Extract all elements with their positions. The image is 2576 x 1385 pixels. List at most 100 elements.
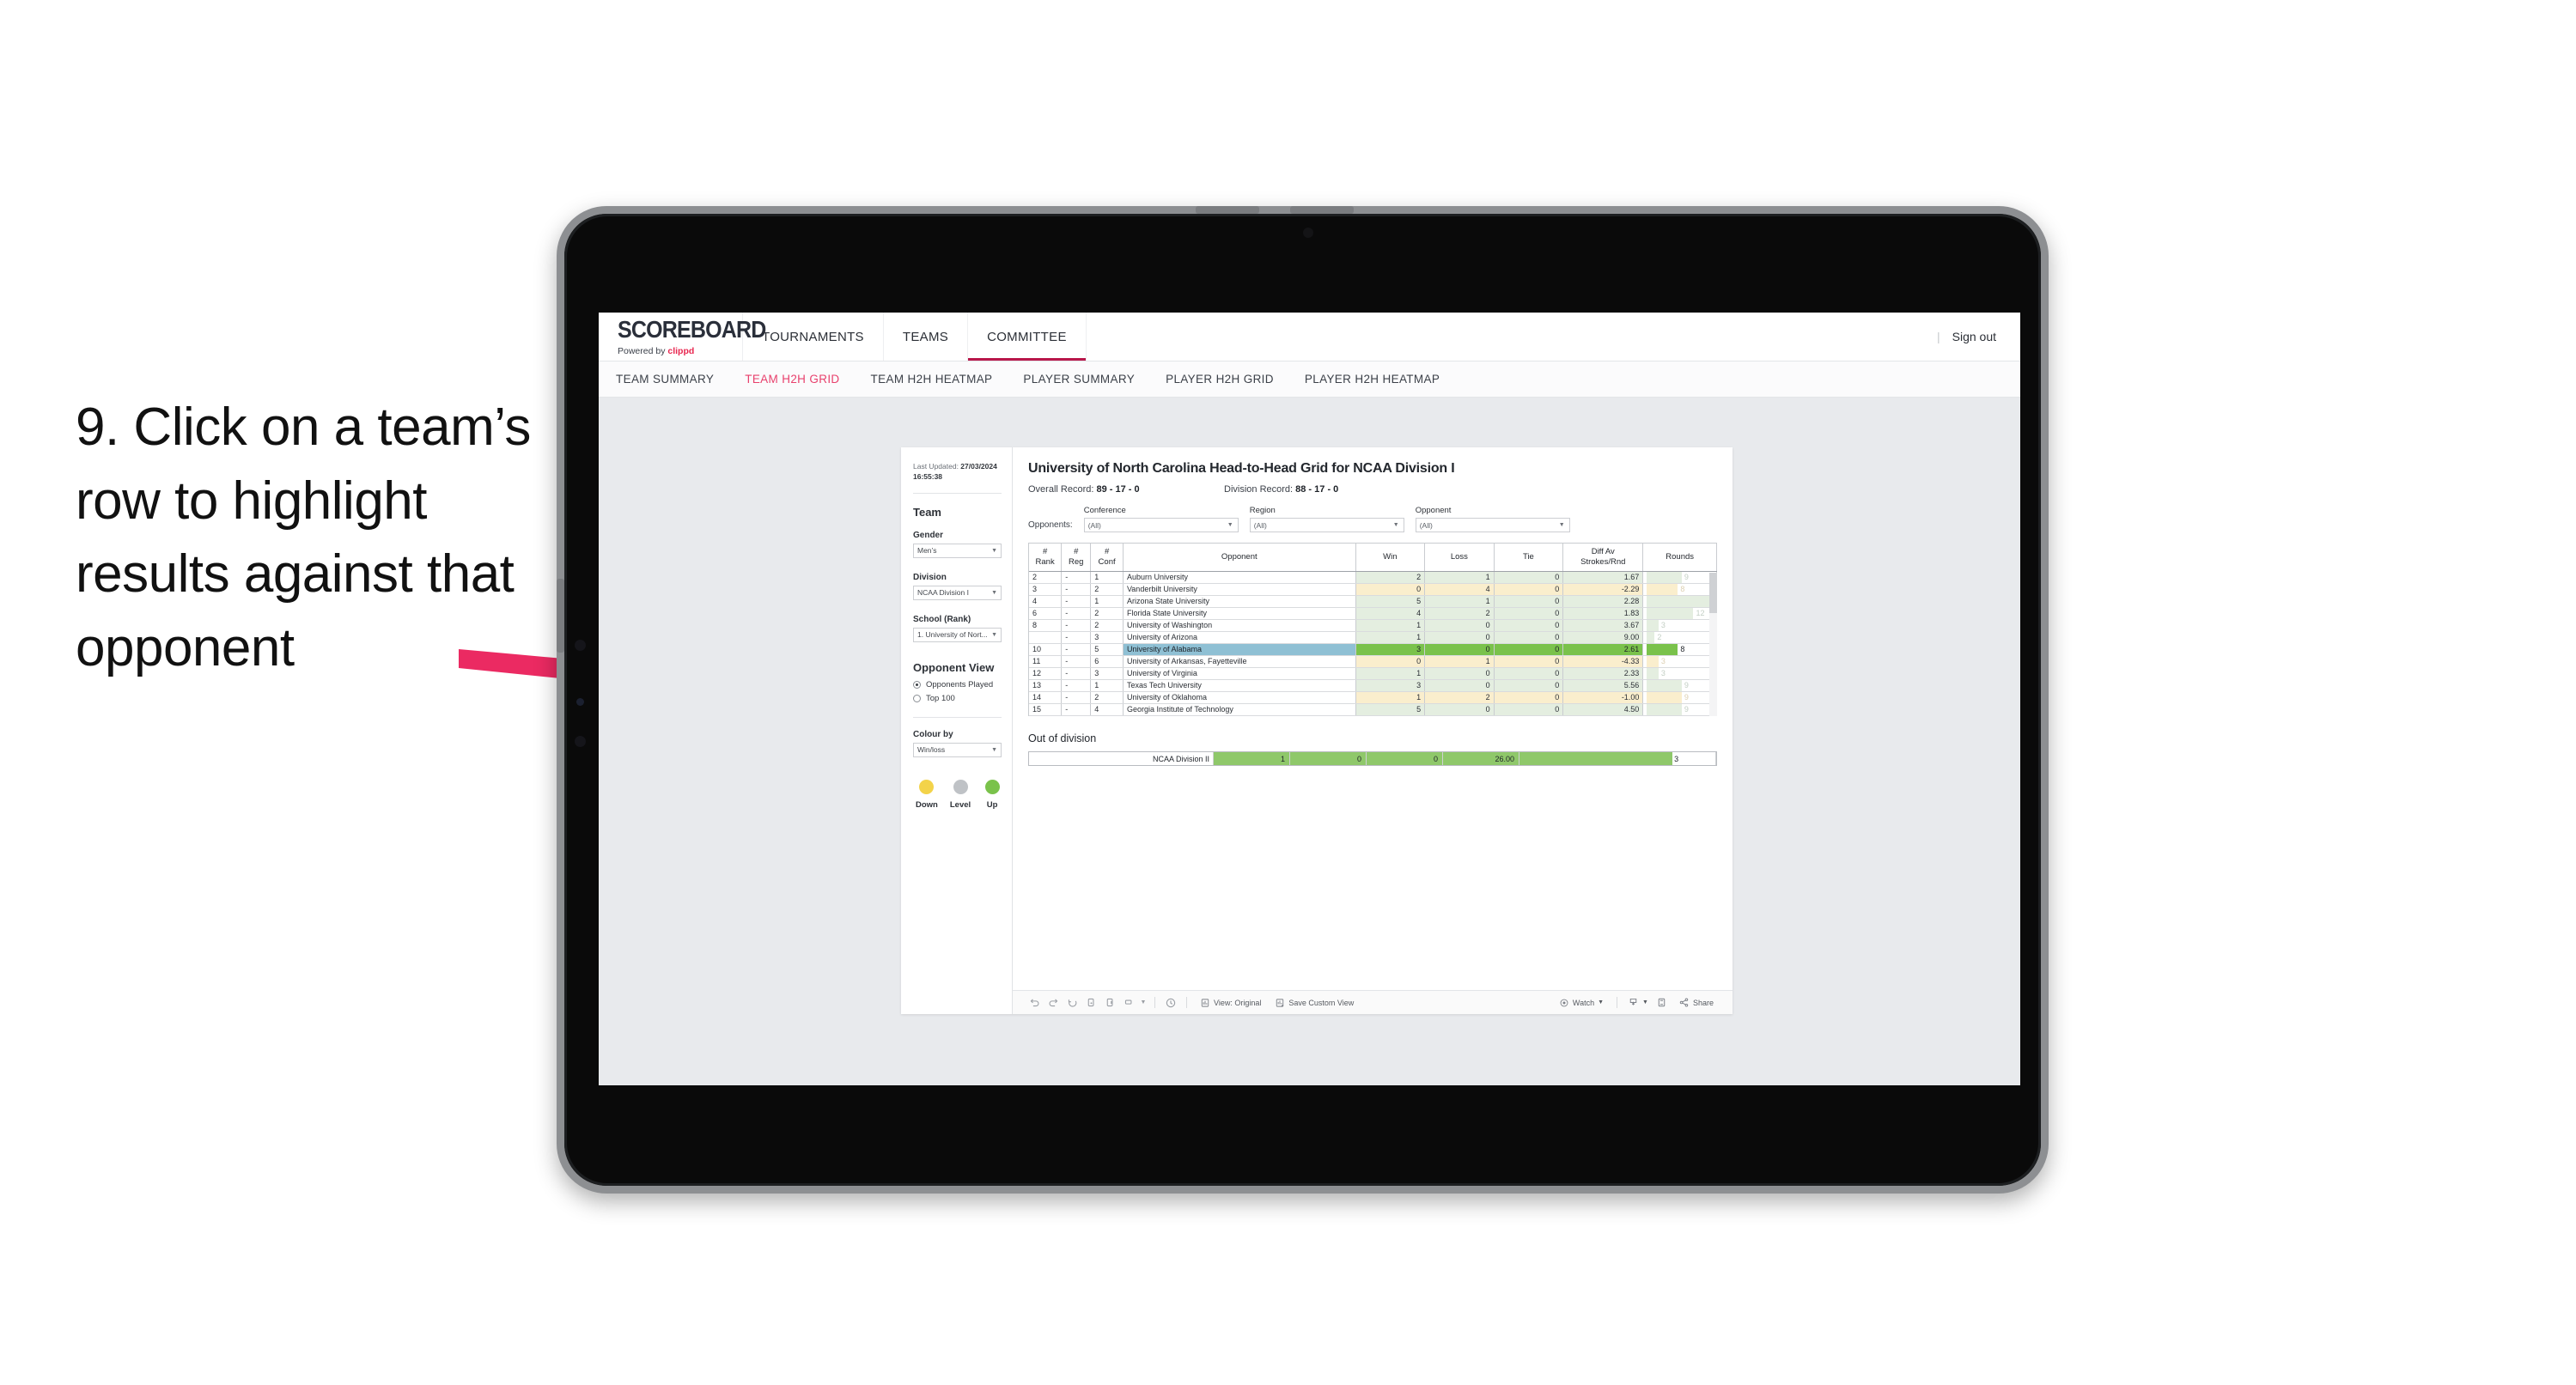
record-row: Overall Record: 89 - 17 - 0 Division Rec… [1028, 484, 1717, 495]
rounds-value: 12 [1696, 609, 1705, 618]
cell-rank: 14 [1029, 691, 1063, 704]
toolbar-dropdown-caret-icon[interactable]: ▼ [1138, 995, 1148, 1011]
brand-logo[interactable]: SCOREBOARD Powered by clippd [599, 313, 766, 361]
radio-top-100[interactable]: Top 100 [913, 694, 1002, 703]
share-label: Share [1692, 998, 1714, 1007]
table-row[interactable]: 3-2 Vanderbilt University 0 4 0 -2.29 8 [1029, 583, 1717, 596]
topnav-item-tournaments[interactable]: TOURNAMENTS [743, 313, 884, 361]
cell-reg: - [1061, 619, 1092, 632]
fullscreen-icon[interactable] [1653, 995, 1672, 1011]
view-original-label: View: Original [1214, 998, 1262, 1007]
brand-powered-name: clippd [667, 345, 695, 356]
dashboard-card: Last Updated: 27/03/2024 16:55:38 Team G… [901, 447, 1733, 1014]
table-row[interactable]: 12-3 University of Virginia 1 0 0 2.33 3 [1029, 667, 1717, 680]
pause-auto-update-icon[interactable] [1100, 995, 1119, 1011]
cell-win: 2 [1355, 571, 1426, 584]
rounds-bar [1647, 595, 1713, 607]
table-row[interactable]: 10-5 University of Alabama 3 0 0 2.61 8 [1029, 643, 1717, 656]
revert-icon[interactable] [1063, 995, 1081, 1011]
table-row[interactable]: 8-2 University of Washington 1 0 0 3.67 3 [1029, 619, 1717, 632]
topnav-item-committee[interactable]: COMMITTEE [968, 313, 1087, 361]
legend-dot-down-icon [919, 779, 935, 794]
rounds-bar [1647, 667, 1659, 679]
signout-button[interactable]: Sign out [1952, 330, 1996, 343]
share-button[interactable]: Share [1672, 997, 1720, 1008]
legend-item-down: Down [916, 779, 938, 810]
cell-rounds: 9 [1642, 679, 1717, 692]
division-value: NCAA Division I [917, 588, 969, 598]
gender-select[interactable]: Men’s ▼ [913, 543, 1002, 558]
col-header-diff: Diff Av Strokes/Rnd [1562, 544, 1644, 572]
topnav-item-teams[interactable]: TEAMS [884, 313, 969, 361]
cell-win: 1 [1355, 667, 1426, 680]
table-row[interactable]: 14-2 University of Oklahoma 1 2 0 -1.00 9 [1029, 691, 1717, 704]
download-button[interactable]: ▼ [1623, 997, 1653, 1008]
col-header-rank: # Rank [1029, 544, 1063, 572]
division-record-label: Division Record: [1224, 484, 1296, 495]
table-row[interactable]: 11-6 University of Arkansas, Fayetteville… [1029, 655, 1717, 668]
cell-conf: 2 [1090, 583, 1124, 596]
cell-opponent: University of Washington [1123, 619, 1356, 632]
cell-loss: 2 [1424, 607, 1495, 620]
cell-loss: 1 [1424, 715, 1495, 716]
cell-diff: 1.67 [1562, 571, 1644, 584]
opponent-select[interactable]: (All) ▼ [1415, 518, 1570, 532]
legend-item-level: Level [950, 779, 971, 810]
table-scrollbar[interactable] [1709, 573, 1717, 716]
ood-rounds: 3 [1519, 752, 1716, 765]
table-row[interactable]: 16-7University of Florida3106.629 [1029, 715, 1717, 716]
col-header-rank-l2: Rank [1035, 556, 1055, 567]
rounds-bar [1647, 691, 1682, 703]
view-original-button[interactable]: View: Original [1193, 998, 1268, 1008]
cell-rounds: 9 [1642, 715, 1717, 716]
ood-tie: 0 [1367, 752, 1443, 765]
overall-record: Overall Record: 89 - 17 - 0 [1028, 484, 1224, 495]
save-custom-view-button[interactable]: Save Custom View [1268, 998, 1361, 1008]
school-select[interactable]: 1. University of Nort... ▼ [913, 627, 1002, 642]
subnav-item-player-summary[interactable]: PLAYER SUMMARY [1023, 373, 1154, 386]
table-row[interactable]: 2-1 Auburn University 2 1 0 1.67 9 [1029, 571, 1717, 584]
cell-opponent: Vanderbilt University [1123, 583, 1356, 596]
cell-conf: 2 [1090, 619, 1124, 632]
col-header-win: Win [1355, 544, 1426, 572]
cell-rounds: 3 [1642, 667, 1717, 680]
gender-value: Men’s [917, 546, 937, 556]
radio-opponents-played[interactable]: Opponents Played [913, 680, 1002, 689]
brand-subtitle: Powered by clippd [618, 346, 742, 356]
pause-icon[interactable] [1119, 995, 1138, 1011]
col-header-diff-l2: Strokes/Rnd [1580, 556, 1626, 567]
subnav-item-team-h2h-grid[interactable]: TEAM H2H GRID [745, 373, 858, 386]
subnav-item-player-h2h-grid[interactable]: PLAYER H2H GRID [1166, 373, 1293, 386]
radio-icon [913, 694, 921, 702]
toolbar-divider-1 [1154, 997, 1155, 1008]
table-row[interactable]: 6-2 Florida State University 4 2 0 1.83 12 [1029, 607, 1717, 620]
conference-select[interactable]: (All) ▼ [1083, 518, 1239, 532]
cell-loss: 0 [1424, 679, 1495, 692]
chevron-down-icon: ▼ [1598, 999, 1605, 1005]
cell-diff: 4.50 [1562, 703, 1644, 716]
redo-icon[interactable] [1044, 995, 1063, 1011]
table-row[interactable]: 13-1 Texas Tech University 3 0 0 5.56 9 [1029, 679, 1717, 692]
table-row[interactable]: 15-4 Georgia Institute of Technology 5 0 0 4.… [1029, 703, 1717, 716]
undo-icon[interactable] [1025, 995, 1044, 1011]
radio-icon [913, 680, 921, 689]
cell-win: 0 [1355, 655, 1426, 668]
top-navigation-bar: SCOREBOARD Powered by clippd TOURNAMENTS… [599, 313, 2020, 361]
division-select[interactable]: NCAA Division I ▼ [913, 585, 1002, 600]
col-header-tie: Tie [1494, 544, 1564, 572]
pause-updates-clock-icon[interactable] [1161, 995, 1180, 1011]
cell-opponent: Florida State University [1123, 607, 1356, 620]
subnav-item-team-h2h-heatmap[interactable]: TEAM H2H HEATMAP [871, 373, 1012, 386]
subnav-item-player-h2h-heatmap[interactable]: PLAYER H2H HEATMAP [1305, 373, 1459, 386]
colour-by-select[interactable]: Win/loss ▼ [913, 742, 1002, 757]
watch-button[interactable]: Watch ▼ [1552, 998, 1611, 1008]
subnav-item-team-summary[interactable]: TEAM SUMMARY [616, 373, 733, 386]
refresh-icon[interactable] [1081, 995, 1100, 1011]
col-header-reg-l1: # [1074, 547, 1079, 556]
table-row[interactable]: -3 University of Arizona 1 0 0 9.00 2 [1029, 631, 1717, 644]
table-scrollbar-thumb[interactable] [1709, 573, 1717, 613]
cell-loss: 0 [1424, 703, 1495, 716]
cell-tie: 0 [1494, 691, 1564, 704]
region-select[interactable]: (All) ▼ [1249, 518, 1404, 532]
table-row[interactable]: 4-1Arizona State University5102.2817 [1029, 595, 1717, 608]
